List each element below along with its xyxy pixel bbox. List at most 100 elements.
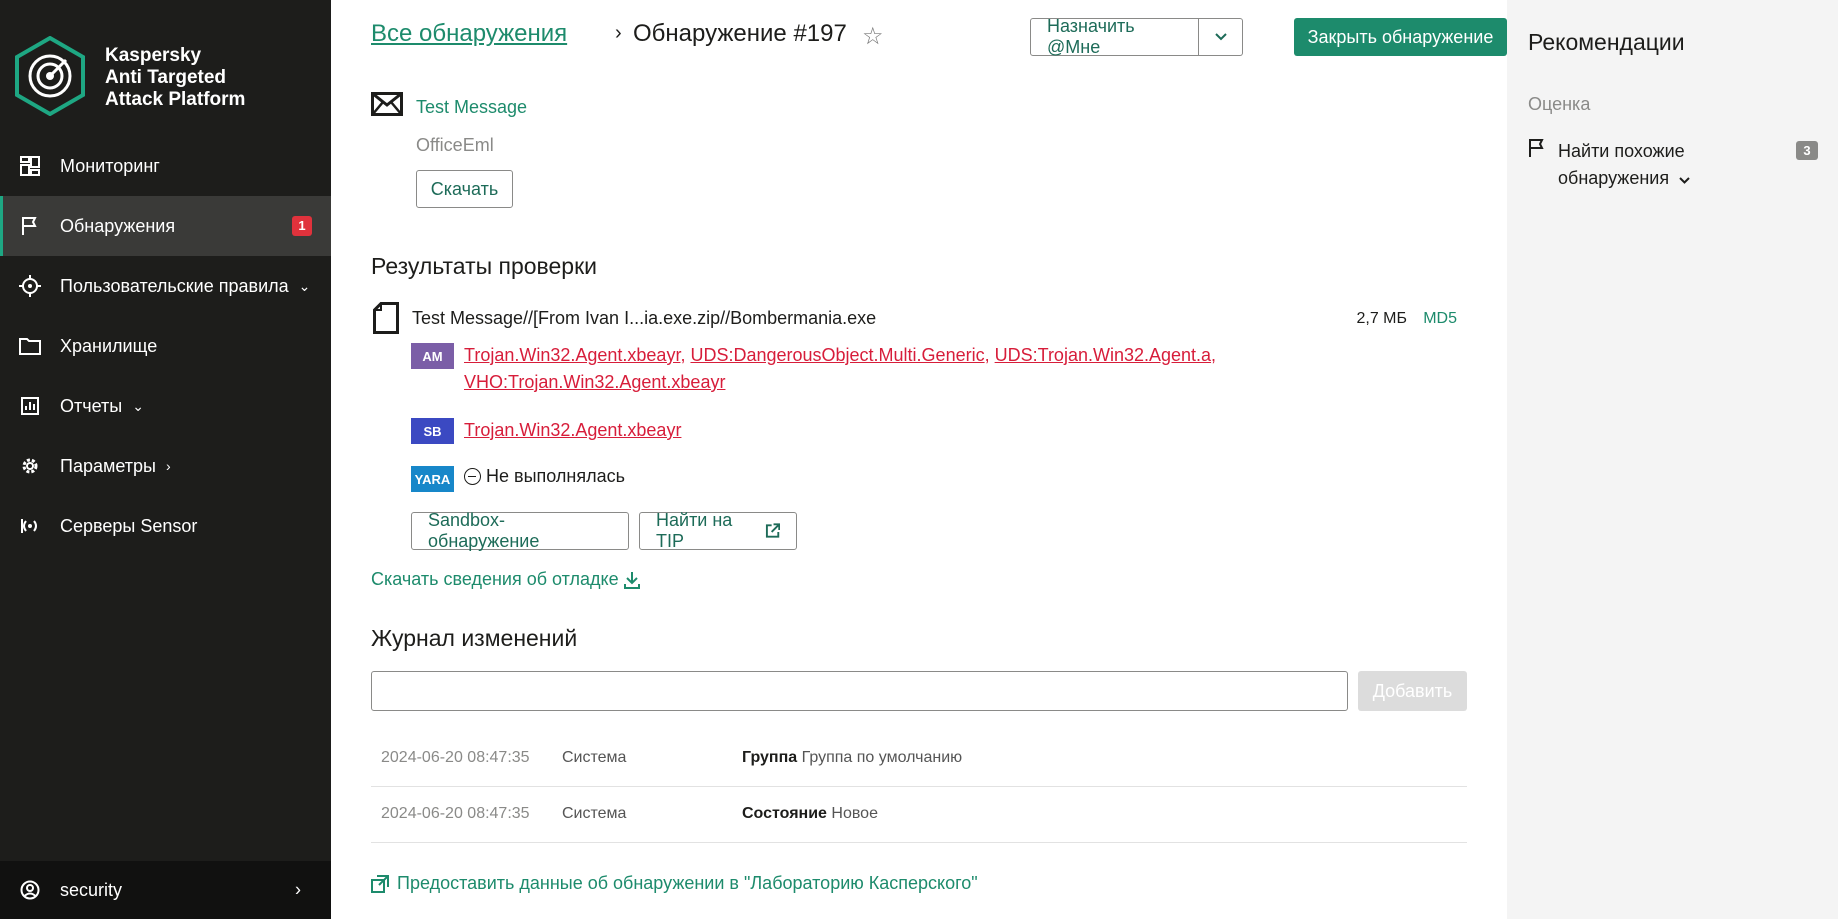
threat-link[interactable]: Trojan.Win32.Agent.xbeayr [464,420,681,440]
sandbox-detection-button[interactable]: Sandbox-обнаружение [411,510,629,551]
log-user: Система [562,805,627,822]
sidebar-item-storage[interactable]: Хранилище [0,316,331,376]
sb-engine-badge: SB [411,418,454,444]
chevron-down-icon: ⌄ [132,397,144,414]
scanned-file-row: Test Message//[From Ivan I...ia.exe.zip/… [371,302,1467,334]
add-comment-button[interactable]: Добавить [1358,671,1467,711]
user-name: security [60,879,123,900]
share-icon [371,874,389,893]
file-icon [373,302,399,334]
threat-link[interactable]: Trojan.Win32.Agent.xbeayr [464,345,680,365]
yara-status-text: Не выполнялась [486,466,625,486]
kaspersky-logo-icon [15,36,85,116]
log-field: Группа [742,749,798,766]
brand-name: Kaspersky Anti Targeted Attack Platform [105,45,305,111]
folder-icon [19,335,41,357]
assign-dropdown-button[interactable] [1199,18,1243,56]
external-link-icon [765,523,780,538]
sidebar-item-label: Отчеты [60,395,123,416]
breadcrumb-separator: › [615,22,622,44]
brand-logo[interactable]: Kaspersky Anti Targeted Attack Platform [14,36,314,120]
main-content: Все обнаружения › Обнаружение #197 ☆ Наз… [331,0,1507,919]
sidebar-item-detections[interactable]: Обнаружения 1 [0,196,331,256]
log-change: Состояние Новое [742,805,878,823]
chevron-down-icon [1214,33,1227,41]
assign-button-group: Назначить @Мне [1030,16,1243,57]
md5-link[interactable]: MD5 [1423,310,1457,328]
envelope-icon [371,92,403,116]
assign-to-me-button[interactable]: Назначить @Мне [1030,16,1199,57]
log-user: Система [562,749,627,766]
scan-results-title: Результаты проверки [371,253,598,279]
sidebar: Kaspersky Anti Targeted Attack Platform … [0,0,331,919]
star-icon[interactable]: ☆ [862,22,884,51]
chevron-right-icon: › [295,879,301,900]
find-on-tip-label: Найти на TIP [656,510,733,551]
sidebar-item-custom-rules[interactable]: Пользовательские правила ⌄ [0,256,331,316]
similar-count-badge: 3 [1796,141,1818,160]
log-change: Группа Группа по умолчанию [742,749,962,767]
brand-line-3: Attack Platform [105,89,246,110]
sidebar-item-sensor-servers[interactable]: Серверы Sensor [0,496,331,556]
crosshair-icon [19,275,41,297]
threat-link[interactable]: UDS:Trojan.Win32.Agent.a [995,345,1211,365]
yara-status: Не выполнялась [464,466,625,487]
sidebar-item-label: Параметры [60,455,156,476]
log-date: 2024-06-20 08:47:35 [381,805,530,822]
table-row: 2024-06-20 08:47:35 Система Состояние Но… [371,787,1467,843]
sidebar-item-label: Хранилище [60,335,158,356]
share-link-label: Предоставить данные об обнаружении в "Ла… [397,873,978,893]
recommendations-title: Рекомендации [1528,29,1685,55]
brand-line-1: Kaspersky [105,45,202,66]
download-debug-info-label: Скачать сведения об отладке [371,569,619,589]
user-icon [19,879,41,901]
share-with-kaspersky-link[interactable]: Предоставить данные об обнаружении в "Ла… [371,873,978,894]
file-size: 2,7 МБ [1356,310,1407,327]
chevron-down-icon: ⌄ [298,277,311,294]
brand-line-2: Anti Targeted [105,67,227,88]
comment-input[interactable] [371,671,1348,711]
user-menu[interactable]: security › [0,861,331,919]
page-title: Обнаружение #197 [633,20,847,47]
recommendations-panel: Рекомендации Оценка Найти похожие обнару… [1507,0,1838,919]
breadcrumb-all-detections[interactable]: Все обнаружения [371,20,567,48]
flag-icon [1529,139,1544,157]
find-on-tip-button[interactable]: Найти на TIP [639,510,797,551]
log-date: 2024-06-20 08:47:35 [381,749,530,766]
log-field: Состояние [742,805,827,822]
yara-engine-badge: YARA [411,466,454,492]
am-threat-list: Trojan.Win32.Agent.xbeayr, UDS:Dangerous… [464,345,1217,392]
assessment-label: Оценка [1528,94,1591,114]
threat-link[interactable]: VHO:Trojan.Win32.Agent.xbeayr [464,372,725,392]
file-name: Test Message//[From Ivan I...ia.exe.zip/… [412,308,877,328]
sidebar-item-label: Обнаружения [60,215,176,236]
close-detection-button[interactable]: Закрыть обнаружение [1294,18,1507,56]
sidebar-item-settings[interactable]: Параметры › [0,436,331,496]
sidebar-item-label: Мониторинг [60,155,160,176]
sidebar-item-reports[interactable]: Отчеты ⌄ [0,376,331,436]
dashboard-icon [19,155,41,177]
page-header: Все обнаружения › Обнаружение #197 ☆ Наз… [371,16,1507,58]
message-name-link[interactable]: Test Message [416,97,527,118]
chevron-right-icon: › [165,458,171,474]
gear-icon [19,455,41,477]
find-similar-detections-item[interactable]: Найти похожие обнаружения 3 [1528,138,1818,188]
chevron-down-icon [1679,177,1690,184]
not-run-icon [464,468,481,485]
detections-count-badge: 1 [292,216,312,236]
am-engine-badge: AM [411,343,454,369]
download-icon [623,571,640,589]
change-log-title: Журнал изменений [371,625,578,651]
sensor-icon [19,515,41,537]
report-icon [19,395,41,417]
download-button[interactable]: Скачать [416,170,513,208]
table-row: 2024-06-20 08:47:35 Система Группа Групп… [371,731,1467,787]
find-similar-text: Найти похожие обнаружения [1558,141,1685,188]
log-value: Группа по умолчанию [801,749,963,766]
sidebar-item-monitoring[interactable]: Мониторинг [0,136,331,196]
threat-link[interactable]: UDS:DangerousObject.Multi.Generic [690,345,984,365]
log-value: Новое [831,805,878,822]
change-log-table: 2024-06-20 08:47:35 Система Группа Групп… [371,731,1467,843]
sidebar-item-label: Серверы Sensor [60,515,198,536]
download-debug-info-link[interactable]: Скачать сведения об отладке [371,569,640,590]
